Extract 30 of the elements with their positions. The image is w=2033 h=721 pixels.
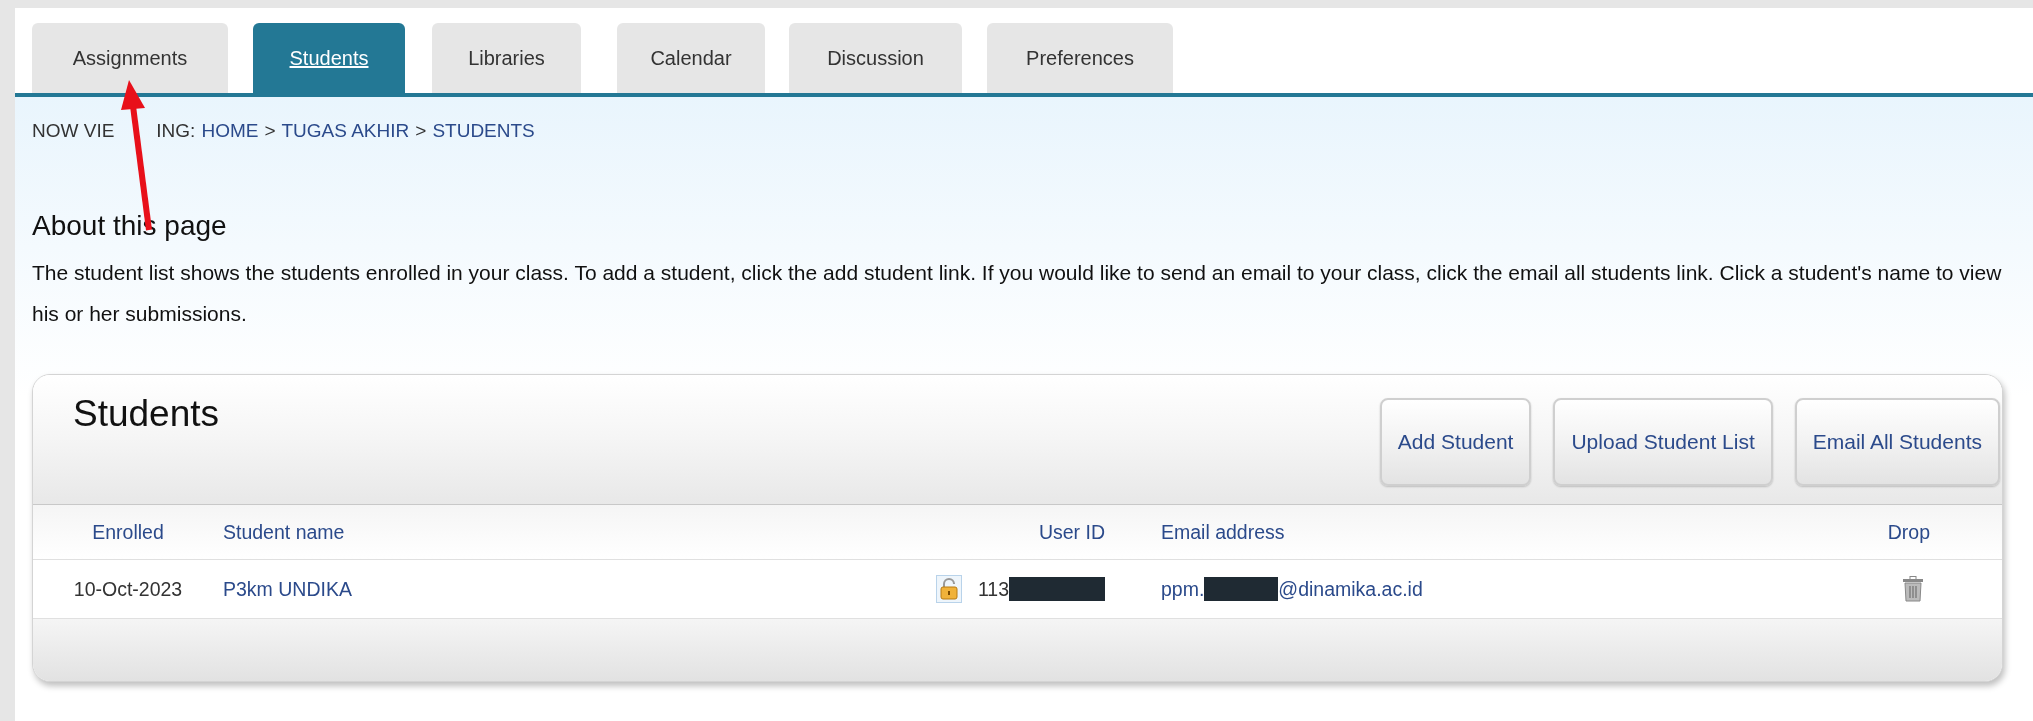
action-button[interactable]: Email All Students — [1794, 398, 2000, 486]
column-header: Student name — [223, 520, 346, 544]
student-name-link[interactable]: P3km UNDIKA — [223, 577, 352, 601]
tab[interactable]: Preferences — [987, 23, 1173, 93]
tab[interactable]: Calendar — [617, 23, 765, 93]
tab[interactable]: Libraries — [432, 23, 581, 93]
tab[interactable]: Discussion — [789, 23, 962, 93]
column-header: User ID — [1037, 520, 1106, 544]
action-button[interactable]: Add Student — [1379, 398, 1532, 486]
breadcrumb-link[interactable]: STUDENTS — [432, 120, 535, 142]
table-cell-text: 10-Oct-2023 — [72, 577, 184, 601]
action-button[interactable]: Upload Student List — [1553, 398, 1773, 486]
breadcrumb-link[interactable]: TUGAS AKHIR — [281, 120, 410, 142]
panel-title: Students — [73, 393, 220, 435]
unlocked-padlock-icon[interactable] — [936, 575, 962, 603]
column-header: Email address — [1160, 520, 1286, 544]
breadcrumb-separator: > — [415, 120, 427, 142]
column-header: Drop — [1886, 520, 1931, 544]
user-id-text: 113 — [977, 577, 1009, 601]
breadcrumb-label: NOW VIE — [32, 120, 115, 142]
tab[interactable]: Students — [253, 23, 405, 93]
tab[interactable]: Assignments — [32, 23, 228, 93]
breadcrumb-link[interactable]: HOME — [201, 120, 259, 142]
breadcrumb-label: ING: — [156, 120, 196, 142]
description-text: The student list shows the students enrolled in your class. To add a student, click the add student link. If you would like to send an email to your class, click the email all students link. Click a student's name to view his or her submissions. — [32, 260, 2003, 327]
email-text[interactable]: @dinamika.ac.id — [1278, 577, 1423, 601]
email-text[interactable]: ppm. — [1161, 577, 1205, 601]
column-header: Enrolled — [91, 520, 165, 544]
breadcrumb-separator: > — [264, 120, 276, 142]
trash-icon[interactable] — [1902, 576, 1924, 602]
